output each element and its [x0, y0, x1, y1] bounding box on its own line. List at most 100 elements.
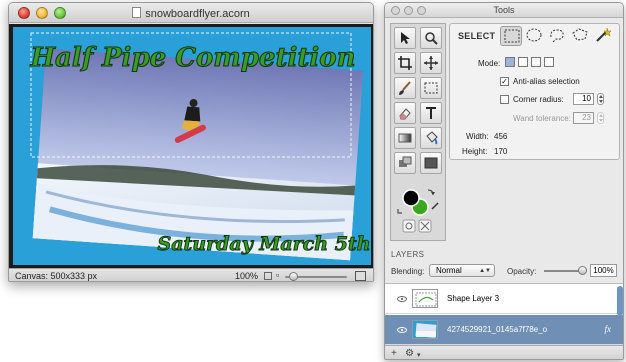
default-colors-icon[interactable]	[397, 209, 402, 214]
photo-layer-thumbnail	[413, 321, 437, 338]
gear-icon[interactable]: ⚙	[405, 348, 414, 359]
corner-radius-checkbox[interactable]	[500, 95, 509, 104]
brush-tool[interactable]	[394, 77, 416, 99]
tools-titlebar[interactable]: Tools	[385, 3, 623, 18]
marquee-icon	[424, 82, 438, 94]
shape-layer-thumbnail	[415, 292, 437, 307]
document-title: snowboardflyer.acorn	[9, 7, 373, 20]
width-value: 456	[494, 132, 508, 141]
width-label: Width:	[466, 132, 489, 141]
document-titlebar[interactable]: snowboardflyer.acorn	[9, 3, 373, 23]
flyer-subline: Saturday March 5th	[157, 233, 370, 255]
color-wells	[390, 179, 446, 239]
fit-window-icon[interactable]	[264, 272, 272, 280]
move-tool[interactable]	[420, 52, 442, 74]
wand-tolerance-stepper[interactable]	[597, 112, 604, 124]
crop-tool[interactable]	[394, 52, 416, 74]
antialias-checkbox[interactable]: ✓	[500, 77, 509, 86]
clone-icon	[399, 156, 412, 167]
layers-footer: + ⚙ ▾	[385, 345, 623, 359]
move-icon	[424, 56, 438, 70]
rect-select-button[interactable]	[500, 26, 522, 46]
mode-replace-button[interactable]	[505, 57, 515, 67]
wand-tolerance-label: Wand tolerance:	[513, 114, 571, 123]
flyer-headline: Half Pipe Competition	[29, 43, 355, 73]
zoom-tool[interactable]	[420, 27, 442, 49]
layers-title: LAYERS	[391, 250, 425, 259]
text-icon	[426, 107, 436, 119]
marquee-tool[interactable]	[420, 77, 442, 99]
polygon-lasso-button[interactable]	[569, 26, 591, 46]
mode-add-button[interactable]	[518, 57, 528, 67]
zoom-level[interactable]: 100%	[235, 271, 258, 281]
paint-bucket-icon	[426, 131, 438, 145]
eraser-icon	[399, 108, 411, 120]
color-swatches	[397, 189, 439, 233]
add-layer-button[interactable]: +	[391, 348, 397, 359]
mode-label: Mode:	[478, 59, 501, 68]
layer-row[interactable]: 4274529921_0145a7f78e_o fx	[385, 315, 623, 345]
snowboard-flyer-artwork: Half Pipe Competition Saturday March 5th	[13, 27, 371, 265]
lasso-select-button[interactable]	[546, 26, 568, 46]
gradient-tool[interactable]	[394, 127, 416, 149]
layer-list: Shape Layer 3 4274529921_0145a7f78e_o fx	[385, 283, 623, 345]
layer-list-scrollbar[interactable]	[617, 286, 623, 316]
text-tool[interactable]	[420, 102, 442, 124]
document-title-text: snowboardflyer.acorn	[145, 8, 250, 20]
ellipse-select-button[interactable]	[523, 26, 545, 46]
eraser-tool[interactable]	[394, 102, 416, 124]
image-canvas[interactable]: Half Pipe Competition Saturday March 5th	[9, 24, 373, 268]
magnifier-icon	[425, 32, 438, 45]
quick-mask-button[interactable]	[402, 219, 416, 233]
ellipse-select-icon	[526, 28, 542, 42]
paint-bucket-tool[interactable]	[420, 127, 442, 149]
chevron-updown-icon: ▲▼	[479, 268, 491, 274]
eye-icon[interactable]	[397, 296, 407, 302]
chevron-down-icon[interactable]: ▾	[417, 350, 421, 359]
rectangle-shape-tool[interactable]	[420, 152, 442, 174]
height-value: 170	[494, 147, 508, 156]
corner-radius-stepper[interactable]	[597, 93, 604, 105]
layers-panel: LAYERS Blending: Normal ▲▼ Opacity: 100% …	[385, 247, 623, 359]
zoom-out-icon[interactable]: ▫	[276, 270, 279, 280]
blending-value: Normal	[436, 266, 462, 275]
document-proxy-icon[interactable]	[132, 7, 142, 18]
wand-tolerance-field[interactable]: 23	[573, 112, 594, 124]
tools-window: Tools SELECT Mode: ✓ Anti-alias selectio…	[384, 2, 624, 360]
mode-intersect-button[interactable]	[544, 57, 554, 67]
clone-tool[interactable]	[394, 152, 416, 174]
magic-wand-button[interactable]	[592, 26, 614, 46]
select-tool-label: SELECT	[458, 31, 496, 41]
gradient-icon	[398, 133, 412, 143]
fx-icon[interactable]: fx	[605, 324, 612, 334]
crop-icon	[398, 56, 412, 70]
layer-name: 4274529921_0145a7f78e_o	[447, 325, 548, 334]
opacity-slider-knob[interactable]	[578, 266, 587, 275]
tilted-photo	[32, 48, 364, 261]
eye-icon[interactable]	[397, 327, 407, 333]
corner-radius-label: Corner radius:	[513, 95, 564, 104]
opacity-field[interactable]: 100%	[590, 264, 617, 277]
height-label: Height:	[462, 147, 488, 156]
zoom-slider-knob[interactable]	[289, 272, 298, 281]
document-statusbar: Canvas: 500x333 px 100% ▫	[9, 268, 373, 281]
corner-radius-field[interactable]: 10	[573, 93, 594, 105]
select-options-panel: SELECT Mode: ✓ Anti-alias selection Corn…	[449, 23, 620, 160]
mode-subtract-button[interactable]	[531, 57, 541, 67]
select-arrow-tool[interactable]	[394, 27, 416, 49]
layer-thumbnail	[412, 320, 438, 339]
layer-row[interactable]: Shape Layer 3	[385, 284, 623, 314]
rectangle-icon	[424, 157, 438, 169]
lasso-icon	[550, 29, 564, 43]
polygon-lasso-icon	[572, 28, 588, 41]
arrow-icon	[401, 32, 410, 44]
rect-select-icon	[504, 29, 520, 43]
foreground-color-well[interactable]	[402, 189, 420, 207]
tools-title: Tools	[493, 5, 515, 15]
eyedropper-icon[interactable]	[431, 202, 439, 210]
blending-select[interactable]: Normal ▲▼	[429, 264, 495, 277]
opacity-label: Opacity:	[507, 267, 537, 276]
actual-size-icon[interactable]	[355, 271, 366, 281]
layer-name: Shape Layer 3	[447, 294, 500, 303]
document-window: snowboardflyer.acorn Half Pipe Competiti…	[8, 2, 374, 282]
